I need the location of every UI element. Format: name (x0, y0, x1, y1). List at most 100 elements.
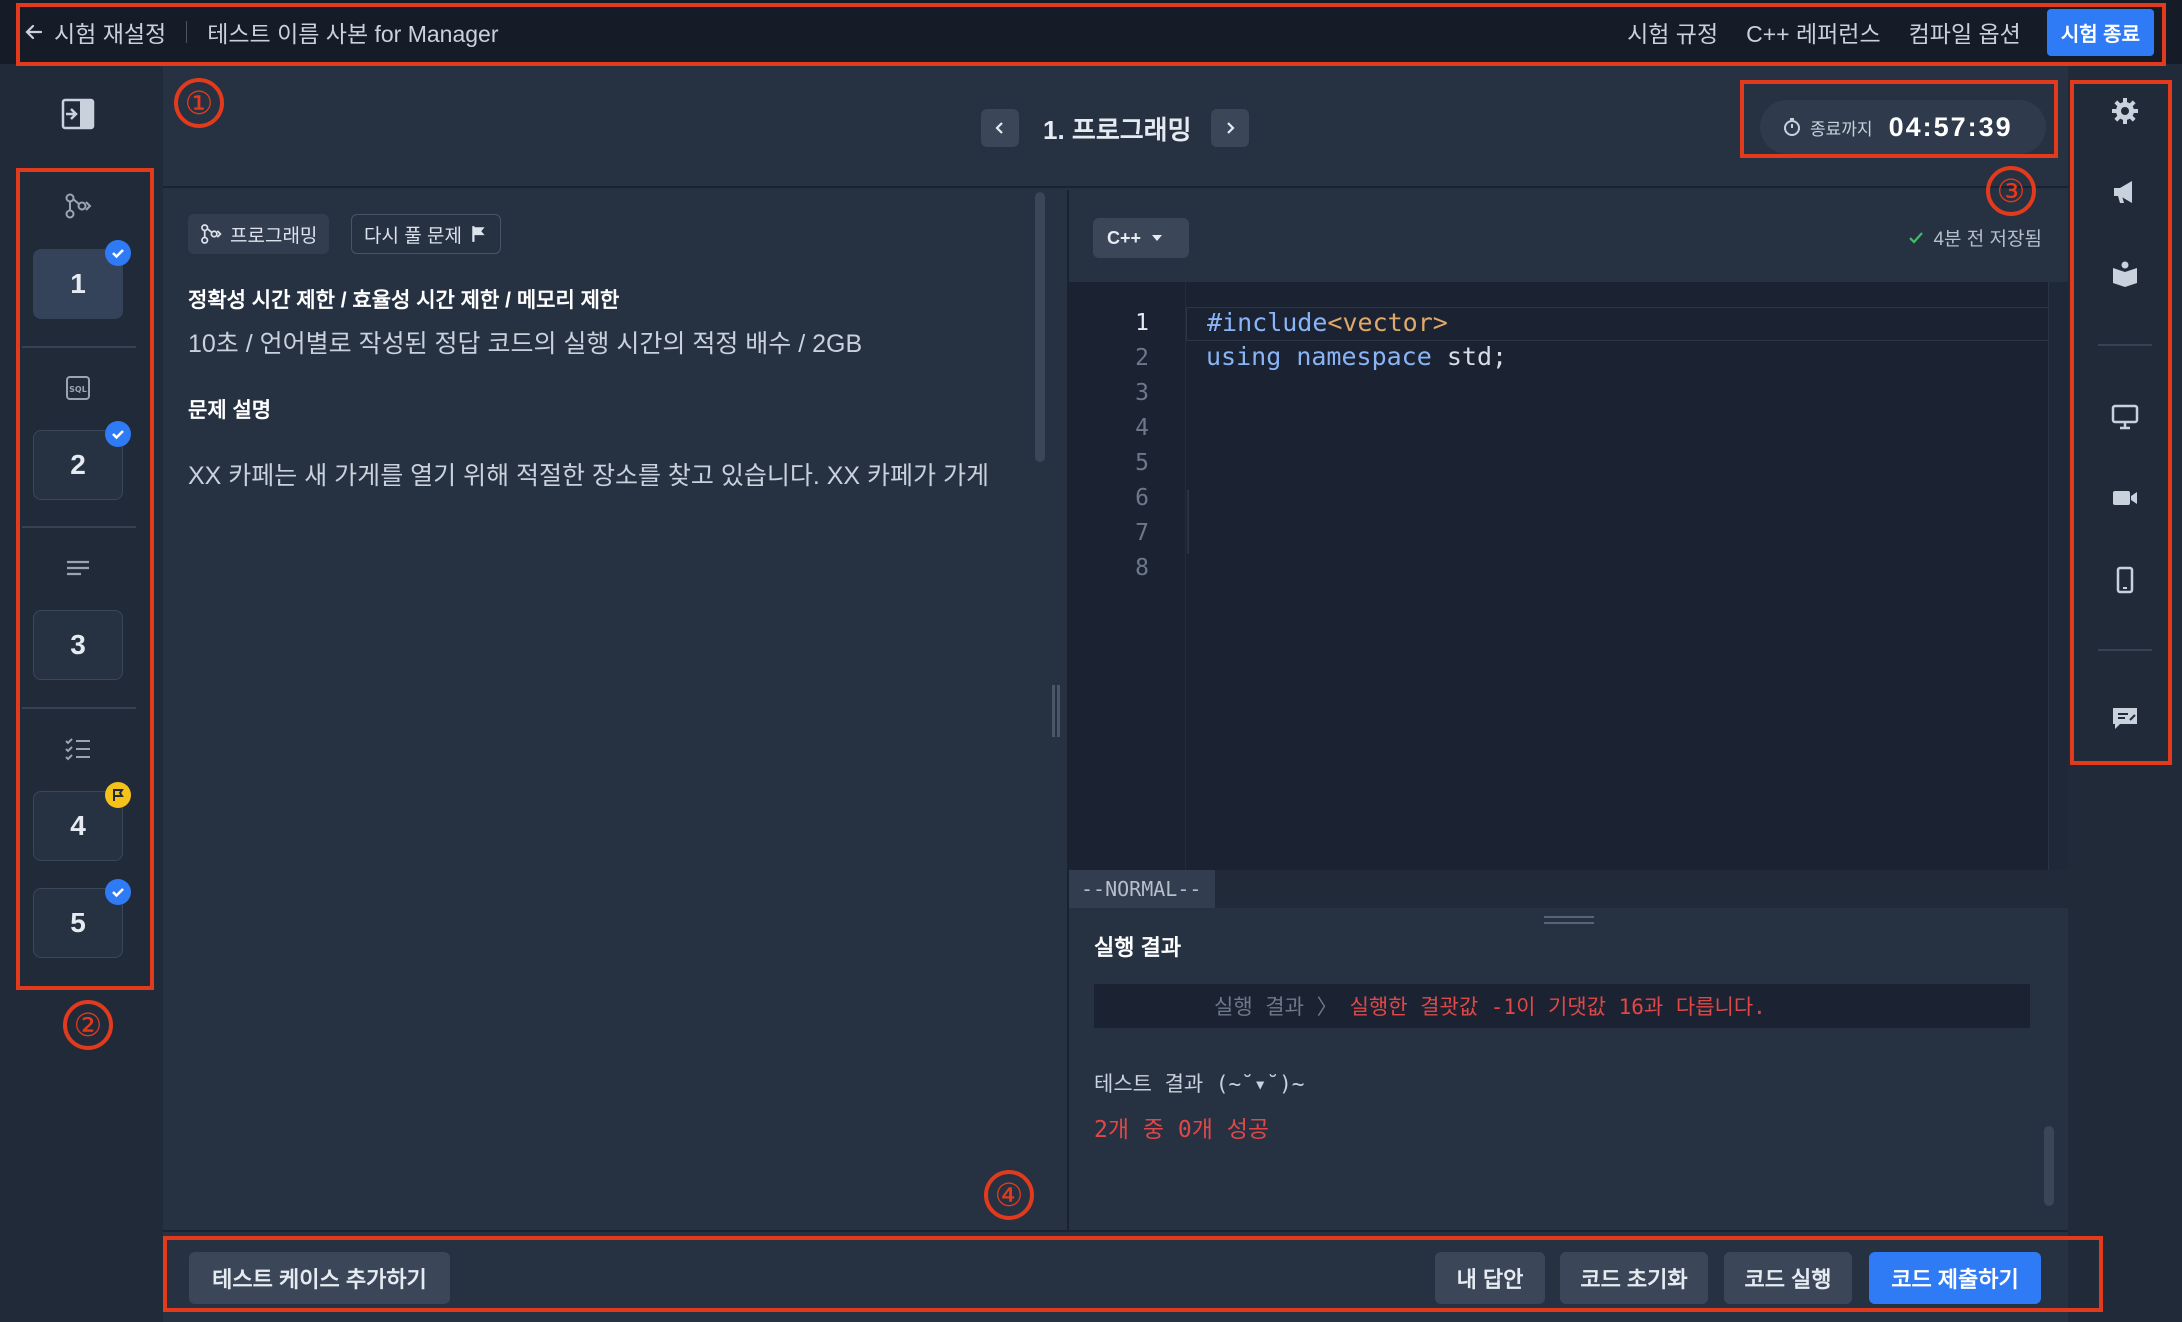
question-3-button[interactable]: 3 (33, 610, 123, 680)
result-message: 실행한 결괏값 -1이 기댓값 16과 다릅니다. (1349, 995, 1766, 1019)
test-title: 테스트 이름 사본 for Manager (207, 21, 499, 47)
question-number: 2 (70, 449, 86, 480)
line-number: 4 (1135, 415, 1149, 441)
my-answer-button[interactable]: 내 답안 (1435, 1252, 1545, 1304)
programming-icon (64, 192, 92, 220)
question-sidebar: 1 SQL 2 3 4 5 (0, 64, 163, 1322)
monitor-icon[interactable] (2105, 397, 2145, 437)
result-row: 실행 결과 〉 실행한 결괏값 -1이 기댓값 16과 다릅니다. (1094, 984, 2030, 1028)
exam-rules-link[interactable]: 시험 규정 (1627, 15, 1718, 49)
timer: 종료까지 04:57:39 (1760, 100, 2046, 154)
flag-icon (472, 226, 485, 242)
caret-down-icon (1152, 235, 1163, 241)
line-number-gutter: 1 2 3 4 5 6 7 8 (1069, 282, 1186, 870)
problem-title: 1. 프로그래밍 (1043, 115, 1192, 145)
tools-divider (2098, 649, 2152, 651)
reset-test-button[interactable]: 시험 재설정 (24, 15, 166, 49)
result-scrollbar[interactable] (2044, 1126, 2054, 1206)
code-token: using (1206, 342, 1282, 371)
save-status-text: 4분 전 저장됨 (1933, 229, 2042, 250)
tools-sidebar (2068, 64, 2182, 1322)
result-title: 실행 결과 (1094, 935, 1182, 960)
language-value: C++ (1107, 227, 1142, 248)
editor-toolbar: C++ 4분 전 저장됨 (1069, 190, 2068, 280)
flag-icon (105, 782, 131, 808)
text-cursor (1187, 490, 1189, 554)
arrow-left-icon (25, 24, 43, 40)
next-problem-button[interactable] (1211, 109, 1249, 147)
prev-problem-button[interactable] (981, 109, 1019, 147)
line-number: 2 (1135, 345, 1149, 371)
completed-check-icon (105, 879, 131, 905)
group-divider (22, 707, 136, 709)
test-result-label: 테스트 결과 (~˘▾˘)~ (1094, 1072, 1305, 1096)
programming-icon (201, 224, 222, 244)
submit-code-button[interactable]: 코드 제출하기 (1869, 1252, 2041, 1304)
line-number: 7 (1135, 520, 1149, 546)
check-icon (1909, 231, 1924, 244)
top-bar: 시험 재설정 테스트 이름 사본 for Manager 시험 규정 C++ 레… (0, 0, 2182, 64)
problem-body-text: XX 카페는 새 가게를 열기 위해 적절한 장소를 찾고 있습니다. XX 카… (188, 462, 989, 490)
annotation-number-4: ④ (984, 1170, 1034, 1220)
video-camera-icon[interactable] (2105, 478, 2145, 518)
code-token: #include (1207, 308, 1328, 337)
code-token: std; (1446, 342, 1508, 371)
code-token: namespace (1296, 342, 1432, 371)
question-number: 3 (70, 629, 86, 660)
reset-test-label: 시험 재설정 (54, 21, 167, 47)
code-line-2: using namespace std; (1186, 342, 2066, 376)
line-number: 8 (1135, 555, 1149, 581)
line-number: 1 (1135, 310, 1149, 336)
guide-book-icon[interactable] (2105, 254, 2145, 294)
mobile-phone-icon[interactable] (2105, 560, 2145, 600)
cpp-reference-link[interactable]: C++ 레퍼런스 (1746, 15, 1881, 49)
chat-note-icon[interactable] (2105, 698, 2145, 738)
collapse-panel-icon[interactable] (60, 96, 96, 132)
group-divider (22, 346, 136, 348)
megaphone-icon[interactable] (2105, 172, 2145, 212)
add-testcase-button[interactable]: 테스트 케이스 추가하기 (189, 1252, 450, 1304)
settings-gear-icon[interactable] (2105, 91, 2145, 131)
result-resize-handle[interactable] (1544, 916, 1594, 924)
completed-check-icon (105, 240, 131, 266)
line-number: 3 (1135, 380, 1149, 406)
annotation-number-1: ① (174, 78, 224, 128)
line-number: 6 (1135, 485, 1149, 511)
group-divider (22, 526, 136, 528)
save-status: 4분 전 저장됨 (1907, 224, 2042, 251)
language-select[interactable]: C++ (1093, 218, 1189, 258)
line-number: 5 (1135, 450, 1149, 476)
chevron-left-icon (995, 122, 1003, 134)
result-key: 실행 결과 〉 (1214, 995, 1338, 1019)
code-line-1: #include<vector> (1186, 307, 2066, 341)
reset-code-button[interactable]: 코드 초기화 (1560, 1252, 1708, 1304)
problem-description: 프로그래밍 다시 풀 문제 정확성 시간 제한 / 효율성 시간 제한 / 메모… (163, 190, 1067, 1230)
tools-divider (2098, 344, 2152, 346)
checklist-icon (64, 735, 92, 763)
annotation-number-3: ③ (1986, 166, 2036, 216)
pane-resize-handle[interactable] (1052, 685, 1060, 737)
problem-type-tag: 프로그래밍 (188, 214, 330, 254)
review-later-toggle[interactable]: 다시 풀 문제 (351, 214, 501, 254)
end-test-button[interactable]: 시험 종료 (2046, 8, 2154, 56)
annotation-number-2: ② (63, 1000, 113, 1050)
question-number: 5 (70, 907, 86, 938)
chevron-right-icon (1227, 122, 1235, 134)
completed-check-icon (105, 421, 131, 447)
timer-label: 종료까지 (1810, 119, 1873, 139)
question-number: 1 (70, 268, 86, 299)
stopwatch-icon (1784, 118, 1800, 136)
description-scrollbar[interactable] (1035, 192, 1045, 462)
vim-mode-indicator: --NORMAL-- (1069, 870, 1215, 908)
code-scrollbar[interactable] (2048, 282, 2068, 870)
limits-text: 10초 / 언어별로 작성된 정답 코드의 실행 시간의 적정 배수 / 2GB (188, 330, 863, 358)
timer-value: 04:57:39 (1888, 111, 2013, 142)
run-code-button[interactable]: 코드 실행 (1724, 1252, 1852, 1304)
problem-type-label: 프로그래밍 (230, 225, 318, 247)
title-separator (186, 21, 188, 43)
sql-icon: SQL (64, 374, 92, 402)
section-heading: 문제 설명 (188, 399, 272, 422)
compile-options-link[interactable]: 컴파일 옵션 (1909, 15, 2021, 49)
review-later-label: 다시 풀 문제 (364, 225, 462, 247)
code-editor[interactable]: 1 2 3 4 5 6 7 8 #include<vector> using n… (1069, 282, 2068, 870)
